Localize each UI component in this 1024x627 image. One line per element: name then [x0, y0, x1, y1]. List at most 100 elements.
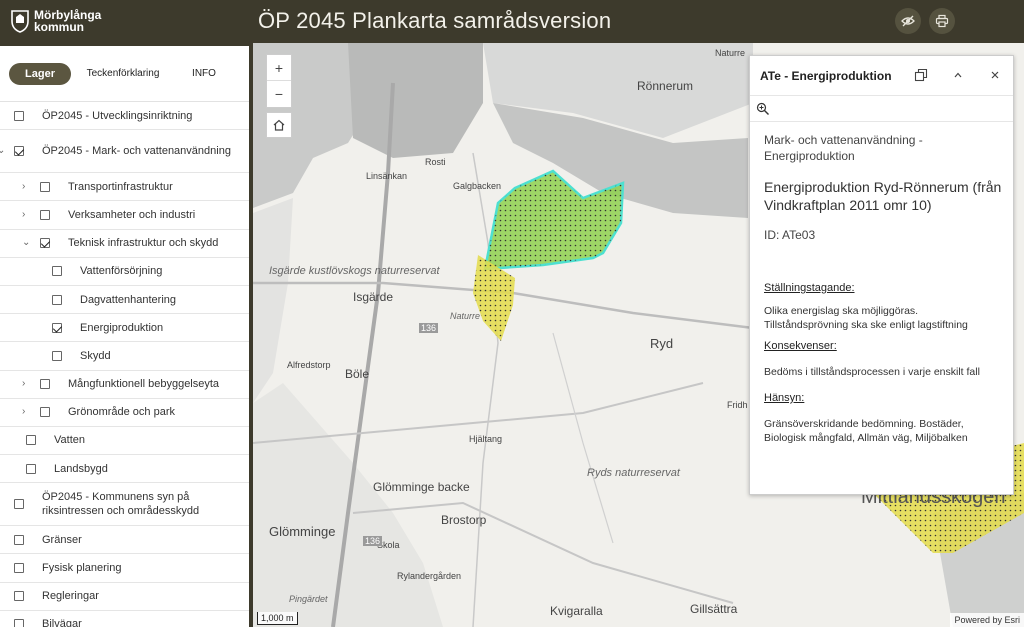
zoom-in-button[interactable]: +: [267, 55, 291, 81]
layer-checkbox[interactable]: [40, 379, 50, 390]
layer-checkbox[interactable]: [14, 110, 24, 121]
layer-checkbox[interactable]: [40, 238, 50, 249]
layer-checkbox[interactable]: [52, 322, 62, 333]
popup-toolbar: [750, 96, 1013, 122]
zoom-to-icon[interactable]: [756, 102, 770, 116]
esri-attribution[interactable]: Powered by Esri: [950, 613, 1024, 627]
layer-checkbox[interactable]: [52, 350, 62, 361]
zoom-control: + −: [266, 54, 292, 108]
zoom-out-button[interactable]: −: [267, 81, 291, 107]
chevron-right-icon[interactable]: ›: [22, 407, 30, 417]
tab-info[interactable]: INFO: [178, 63, 230, 85]
layer-row[interactable]: › Regleringar: [0, 583, 249, 611]
close-icon: [991, 71, 999, 79]
crest-icon: [11, 10, 29, 33]
layer-checkbox[interactable]: [52, 266, 62, 277]
tab-lager[interactable]: Lager: [9, 63, 71, 85]
place-alfredstorp: Alfredstorp: [287, 360, 331, 370]
printer-icon: [935, 14, 949, 28]
layer-row[interactable]: Landsbygd: [0, 455, 249, 484]
place-hjaltang: Hjältang: [469, 434, 503, 444]
layer-checkbox[interactable]: [14, 534, 24, 545]
chevron-right-icon[interactable]: ›: [0, 499, 5, 509]
layer-label: Energiproduktion: [80, 321, 164, 334]
popup-content: Mark- och vattenanvändning - Energiprodu…: [764, 132, 1004, 445]
layer-label: Vattenförsörjning: [80, 265, 163, 278]
shore-area: [253, 198, 293, 403]
layer-row[interactable]: › Mångfunktionell bebyggelseyta: [0, 371, 249, 399]
chevron-down-icon[interactable]: ⌄: [22, 238, 30, 248]
chevron-up-icon: [954, 72, 962, 78]
scale-bar: 1,000 m: [257, 612, 298, 625]
layer-row[interactable]: › Transportinfrastruktur: [0, 173, 249, 202]
layer-row[interactable]: Dagvattenhantering: [0, 286, 249, 315]
layer-list: › ÖP2045 - Utvecklingsinriktning ⌄ ÖP2045 -…: [0, 102, 249, 627]
feature-id: ID: ATe03: [764, 228, 816, 242]
layer-label: Regleringar: [42, 590, 99, 603]
chevron-right-icon[interactable]: ›: [0, 110, 5, 120]
layer-label: Bilvägar: [42, 618, 82, 627]
feature-popup: ATe - Energiproduktion Mark- och vattena…: [749, 55, 1014, 495]
layer-row[interactable]: ⌄ ÖP2045 - Mark- och vattenanvändning: [0, 130, 249, 174]
layer-checkbox[interactable]: [26, 463, 36, 474]
layer-row[interactable]: › ÖP2045 - Utvecklingsinriktning: [0, 102, 249, 131]
layer-row[interactable]: › Grönområde och park: [0, 399, 249, 427]
toggle-visibility-button[interactable]: [895, 8, 921, 34]
municipality-logo[interactable]: Mörbylånga kommun: [10, 6, 110, 36]
chevron-right-icon[interactable]: ›: [22, 379, 30, 389]
tab-teckenforklaring[interactable]: Teckenförklaring: [80, 63, 166, 85]
section-heading-konsekvenser: Konsekvenser:: [764, 340, 837, 352]
layer-row[interactable]: Skydd: [0, 342, 249, 371]
layer-checkbox[interactable]: [14, 146, 24, 157]
close-button[interactable]: [988, 68, 1002, 82]
dock-button[interactable]: [914, 68, 928, 82]
section-heading-hansyn: Hänsyn:: [764, 392, 805, 404]
layer-checkbox[interactable]: [14, 619, 24, 627]
collapse-button[interactable]: [951, 68, 965, 82]
chevron-right-icon[interactable]: ›: [22, 181, 30, 191]
layer-row[interactable]: Vatten: [0, 427, 249, 456]
layer-checkbox[interactable]: [40, 209, 50, 220]
layer-label: Fysisk planering: [42, 562, 122, 575]
chevron-right-icon[interactable]: ›: [0, 619, 5, 627]
place-glomminge: Glömminge: [269, 524, 336, 539]
place-ryd: Ryd: [650, 336, 674, 351]
section-text-hansyn: Gränsöverskridande bedömning. Bostäder, …: [764, 418, 968, 444]
layer-row[interactable]: › Fysisk planering: [0, 554, 249, 583]
chevron-right-icon[interactable]: ›: [0, 563, 5, 573]
eye-slash-icon: [901, 15, 915, 27]
place-isgarde: Isgärde: [353, 290, 394, 304]
layer-checkbox[interactable]: [52, 294, 62, 305]
layer-label: Dagvattenhantering: [80, 293, 177, 306]
chevron-right-icon[interactable]: ›: [0, 534, 5, 544]
layer-label: Skydd: [80, 349, 111, 362]
place-galgbacken: Galgbacken: [453, 181, 502, 191]
home-button[interactable]: [266, 112, 292, 138]
layer-row[interactable]: › Bilvägar: [0, 611, 249, 627]
layer-checkbox[interactable]: [14, 499, 24, 510]
print-button[interactable]: [929, 8, 955, 34]
layer-checkbox[interactable]: [14, 563, 24, 574]
layer-row[interactable]: ⌄ Teknisk infrastruktur och skydd: [0, 230, 249, 258]
layer-label: Mångfunktionell bebyggelseyta: [68, 378, 220, 391]
layer-checkbox[interactable]: [40, 181, 50, 192]
layer-row[interactable]: Vattenförsörjning: [0, 258, 249, 286]
layer-checkbox[interactable]: [26, 435, 36, 446]
app-title: ÖP 2045 Plankarta samrådsversion: [258, 8, 612, 33]
layer-checkbox[interactable]: [14, 591, 24, 602]
chevron-right-icon[interactable]: ›: [0, 591, 5, 601]
settlement-area: [348, 43, 483, 158]
layer-row[interactable]: › Verksamheter och industri: [0, 201, 249, 230]
place-fridh: Fridh: [727, 400, 748, 410]
layer-checkbox[interactable]: [40, 407, 50, 418]
layer-row[interactable]: Energiproduktion: [0, 314, 249, 343]
chevron-right-icon[interactable]: ›: [22, 209, 30, 219]
layer-label: Teknisk infrastruktur och skydd: [68, 237, 219, 250]
layer-label: ÖP2045 - Utvecklingsinriktning: [42, 109, 193, 122]
chevron-down-icon[interactable]: ⌄: [0, 146, 5, 156]
feature-name: Energiproduktion Ryd-Rönnerum (från Vind…: [764, 179, 1002, 213]
layer-row[interactable]: › ÖP2045 - Kommunens syn på riksintressen…: [0, 483, 249, 527]
place-naturre-top: Naturre: [715, 48, 746, 58]
layer-row[interactable]: › Gränser: [0, 526, 249, 555]
layer-panel: Lager Teckenförklaring INFO › ÖP2045 - Ut…: [0, 46, 251, 627]
